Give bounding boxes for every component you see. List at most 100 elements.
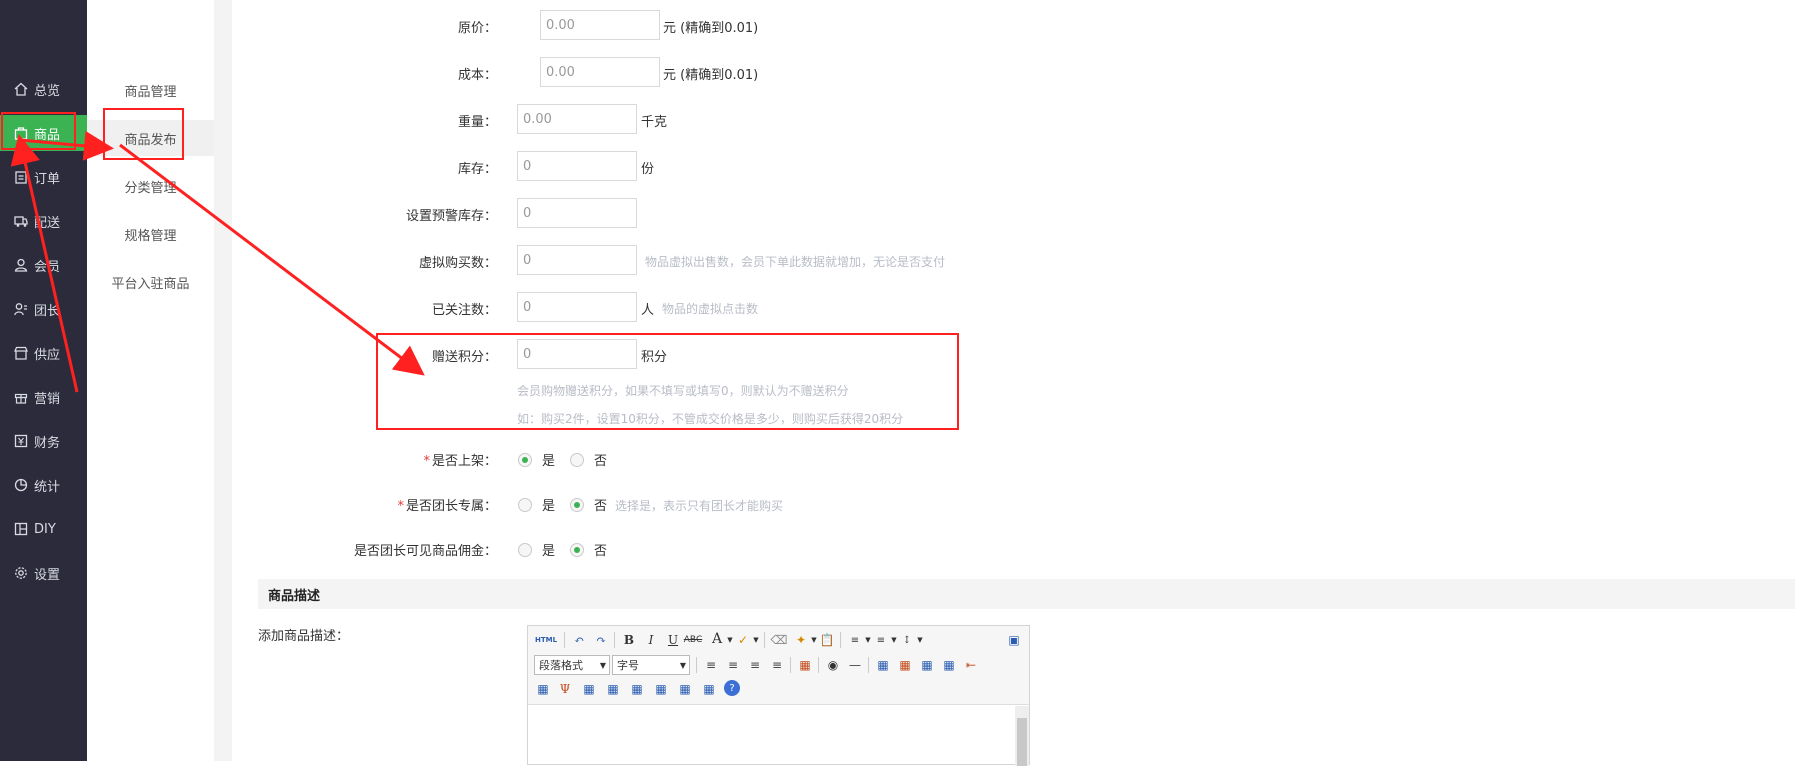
font-size-select[interactable]: 字号 ▼ <box>612 655 690 675</box>
sidebar-item-stats[interactable]: 统计 <box>0 467 87 503</box>
cost-input[interactable] <box>540 57 660 87</box>
subnav-item-category-manage[interactable]: 分类管理 <box>87 168 214 204</box>
redo-icon[interactable]: ↷ <box>592 631 610 649</box>
sidebar-item-marketing[interactable]: 营销 <box>0 379 87 415</box>
annotation-box-publish <box>103 108 184 160</box>
undo-icon[interactable]: ↶ <box>570 631 588 649</box>
on-shelf-no-radio[interactable] <box>570 453 584 467</box>
weight-unit: 千克 <box>641 115 668 130</box>
leader-commission-no-radio[interactable] <box>570 543 584 557</box>
merge-cells-icon[interactable]: ▦ <box>580 680 598 698</box>
insert-table-icon[interactable]: ▦ <box>874 656 892 674</box>
chevron-down-icon[interactable]: ▼ <box>911 631 929 649</box>
sidebar-item-delivery[interactable]: 配送 <box>0 203 87 239</box>
eraser-icon[interactable]: ⌫ <box>770 631 788 649</box>
warning-stock-label: 设置预警库存： <box>405 209 497 224</box>
annotation-box-goods <box>1 112 76 150</box>
sidebar-item-leaders[interactable]: 团长 <box>0 291 87 327</box>
split-columns-icon[interactable]: ▦ <box>700 680 718 698</box>
required-mark: * <box>397 499 404 514</box>
pie-chart-icon <box>14 478 28 492</box>
on-shelf-yes-label[interactable]: 是 <box>542 450 555 469</box>
align-center-icon[interactable]: ≡ <box>724 656 742 674</box>
on-shelf-label: * 是否上架： <box>423 450 497 469</box>
rich-text-editor: HTML ↶ ↷ B I U ABC A ▼ ✓ ▼ ⌫ ✦ ▼ 📋 ≡ ▼ ≡… <box>527 625 1030 766</box>
sidebar-item-label: 团长 <box>34 303 61 319</box>
stock-unit: 份 <box>641 162 655 177</box>
weight-input[interactable] <box>517 104 637 134</box>
leader-only-yes-radio[interactable] <box>518 498 532 512</box>
warning-stock-input[interactable] <box>517 198 637 228</box>
editor-scrollbar[interactable] <box>1015 706 1029 766</box>
virtual-sales-input[interactable] <box>517 245 637 275</box>
original-price-input[interactable] <box>540 10 660 40</box>
on-shelf-no-label[interactable]: 否 <box>594 450 607 469</box>
underline-icon[interactable]: U <box>664 631 682 649</box>
align-justify-icon[interactable]: ≡ <box>768 656 786 674</box>
font-size-value: 字号 <box>617 659 639 672</box>
sidebar-item-supply[interactable]: 供应 <box>0 335 87 371</box>
on-shelf-yes-radio[interactable] <box>518 453 532 467</box>
toolbar-separator <box>614 632 615 648</box>
clipboard-icon <box>14 170 28 184</box>
sidebar-item-label: 统计 <box>34 479 61 495</box>
editor-toolbar: HTML ↶ ↷ B I U ABC A ▼ ✓ ▼ ⌫ ✦ ▼ 📋 ≡ ▼ ≡… <box>528 626 1029 705</box>
italic-icon[interactable]: I <box>642 631 660 649</box>
html-source-button[interactable]: HTML <box>534 631 558 649</box>
insert-column-icon[interactable]: ▦ <box>534 680 552 698</box>
sidebar-item-overview[interactable]: 总览 <box>0 71 87 107</box>
insert-row-icon[interactable]: ▦ <box>940 656 958 674</box>
help-icon[interactable]: ? <box>724 680 740 696</box>
split-cells-icon[interactable]: ▦ <box>652 680 670 698</box>
toolbar-separator <box>564 632 565 648</box>
split-rows-icon[interactable]: ▦ <box>676 680 694 698</box>
leader-only-label-text: 是否团长专属： <box>405 499 497 514</box>
delete-column-icon[interactable]: Ψ <box>556 680 574 698</box>
sidebar-item-members[interactable]: 会员 <box>0 247 87 283</box>
leader-only-no-radio[interactable] <box>570 498 584 512</box>
fullscreen-icon[interactable]: ▣ <box>1005 631 1023 649</box>
leader-commission-yes-label[interactable]: 是 <box>542 540 555 559</box>
leader-commission-no-label[interactable]: 否 <box>594 540 607 559</box>
scrollbar-thumb[interactable] <box>1017 718 1027 766</box>
original-price-unit: 元 (精确到0.01) <box>663 21 759 36</box>
find-icon[interactable]: ◉ <box>824 656 842 674</box>
sidebar-item-finance[interactable]: 财务 <box>0 423 87 459</box>
delete-row-icon[interactable]: ⇤ <box>962 656 980 674</box>
subnav-item-platform-goods[interactable]: 平台入驻商品 <box>87 264 214 300</box>
merge-right-icon[interactable]: ▦ <box>604 680 622 698</box>
stock-input[interactable] <box>517 151 637 181</box>
merge-down-icon[interactable]: ▦ <box>628 680 646 698</box>
insert-paragraph-before-table-icon[interactable]: ▦ <box>918 656 936 674</box>
chevron-down-icon[interactable]: ▼ <box>747 631 765 649</box>
leader-only-yes-label[interactable]: 是 <box>542 495 555 514</box>
subnav-item-goods-manage[interactable]: 商品管理 <box>87 72 214 108</box>
leader-commission-yes-radio[interactable] <box>518 543 532 557</box>
leader-only-hint: 选择是，表示只有团长才能购买 <box>615 499 784 513</box>
sidebar-item-settings[interactable]: 设置 <box>0 555 87 591</box>
followers-input[interactable] <box>517 292 637 322</box>
delete-table-icon[interactable]: ▦ <box>896 656 914 674</box>
subnav-item-spec-manage[interactable]: 规格管理 <box>87 216 214 252</box>
toolbar-separator <box>840 632 841 648</box>
align-left-icon[interactable]: ≡ <box>702 656 720 674</box>
align-right-icon[interactable]: ≡ <box>746 656 764 674</box>
sidebar-item-label: DIY <box>34 521 56 537</box>
strikethrough-icon[interactable]: ABC <box>684 631 702 649</box>
description-section-header: 商品描述 <box>258 579 1795 609</box>
paste-plain-icon[interactable]: 📋 <box>818 631 836 649</box>
leader-only-no-label[interactable]: 否 <box>594 495 607 514</box>
followers-hint: 物品的虚拟点击数 <box>662 302 759 316</box>
stock-label: 库存： <box>457 162 497 177</box>
sidebar-item-label: 供应 <box>34 347 61 363</box>
sidebar-item-label: 订单 <box>34 171 61 187</box>
sidebar-item-diy[interactable]: DIY <box>0 511 87 547</box>
cost-unit: 元 (精确到0.01) <box>663 68 759 83</box>
horizontal-rule-icon[interactable]: — <box>846 656 864 674</box>
bold-icon[interactable]: B <box>620 631 638 649</box>
chevron-down-icon: ▼ <box>599 660 606 670</box>
image-icon[interactable]: ▦ <box>796 656 814 674</box>
paragraph-format-select[interactable]: 段落格式 ▼ <box>534 655 610 675</box>
followers-label: 已关注数： <box>431 303 497 318</box>
sidebar-item-orders[interactable]: 订单 <box>0 159 87 195</box>
